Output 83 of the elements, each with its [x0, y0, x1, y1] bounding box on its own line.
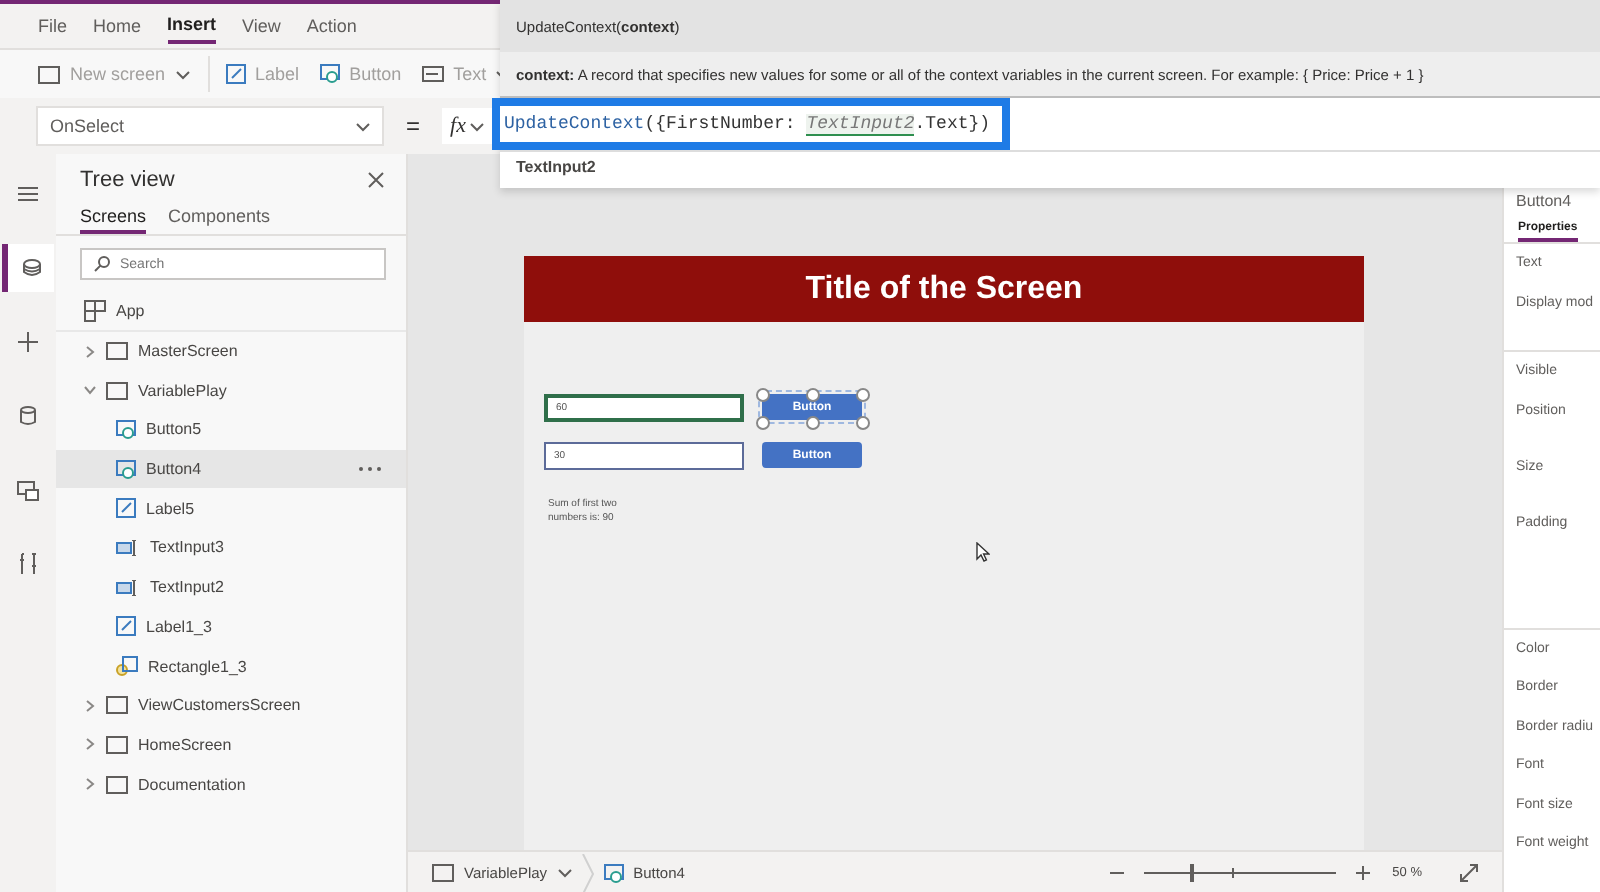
formula-input[interactable]: UpdateContext({FirstNumber: TextInput2.Text}) [504, 114, 991, 136]
separator-chevron-icon [581, 853, 594, 892]
search-icon [94, 256, 110, 272]
tree-item[interactable]: MasterScreen [56, 331, 406, 371]
panel-tab[interactable]: Screens [80, 206, 147, 234]
chevron-icon[interactable] [84, 384, 96, 397]
tree-item[interactable]: Documentation [56, 764, 406, 804]
media-icon [16, 478, 40, 502]
tree-item-label: Button4 [146, 460, 202, 479]
screen-icon [106, 342, 128, 361]
screen-icon [106, 696, 128, 715]
pencil-icon [225, 64, 246, 84]
tree-item[interactable]: ViewCustomersScreen [56, 685, 406, 726]
tree-item-label: App [116, 301, 145, 320]
cursor-box-icon [116, 419, 136, 440]
menu-tab[interactable]: File [38, 10, 68, 42]
menu-tab[interactable]: Home [93, 10, 142, 42]
tree-item-label: Button5 [146, 420, 202, 439]
property-dropdown[interactable]: OnSelect [36, 106, 384, 146]
tree-item-label: Label5 [146, 499, 195, 518]
tree-item-label: ViewCustomersScreen [138, 696, 301, 715]
shape-icon [116, 656, 138, 677]
tree-item-label: VariablePlay [138, 381, 227, 400]
panel-tab[interactable]: Components [168, 206, 271, 234]
screen-icon [106, 775, 128, 794]
tree-item-label: HomeScreen [138, 735, 232, 754]
tree-item-label: TextInput2 [150, 578, 224, 597]
layers-icon [19, 256, 43, 280]
chevron-icon[interactable] [84, 699, 96, 712]
tree-item[interactable]: HomeScreen [56, 725, 406, 765]
text-input-icon [116, 579, 140, 596]
chevron-icon[interactable] [84, 738, 96, 751]
menu-tab[interactable]: Insert [167, 8, 217, 44]
menu-icon [16, 182, 40, 206]
tree-item[interactable]: Button4 [56, 449, 406, 489]
zoom-out-icon[interactable] [1110, 866, 1125, 880]
menu-tab[interactable]: Action [306, 10, 357, 42]
text-box-icon [421, 66, 444, 82]
chevron-icon[interactable] [84, 778, 96, 791]
tree-item[interactable]: Label5 [56, 488, 406, 529]
text-input-icon [116, 539, 140, 556]
cursor-box-icon [603, 863, 624, 883]
screen-icon [106, 735, 128, 754]
tree-item[interactable]: VariablePlay [56, 370, 406, 411]
tools-icon [16, 552, 40, 576]
caret-icon [175, 69, 190, 79]
tree-item-label: Label1_3 [146, 617, 212, 636]
tree-item-label: Rectangle1_3 [148, 657, 247, 676]
app-icon [84, 299, 106, 322]
screen-title: Title of the Screen [805, 271, 1083, 307]
tree-item[interactable]: TextInput2 [56, 567, 406, 607]
tree-item[interactable]: Button5 [56, 410, 406, 450]
plus-icon [16, 330, 40, 354]
cursor-box-icon [319, 64, 340, 84]
tree-item-label: MasterScreen [138, 342, 238, 361]
close-icon[interactable] [368, 172, 384, 188]
rail-button[interactable] [2, 244, 54, 292]
chevron-icon[interactable] [84, 345, 96, 358]
mouse-pointer-icon [976, 542, 990, 562]
more-icon[interactable] [358, 466, 382, 473]
suggestion-item[interactable]: TextInput2 [500, 152, 1600, 182]
tree-item[interactable]: TextInput3 [56, 528, 406, 568]
tree-item[interactable]: Rectangle1_3 [56, 646, 406, 686]
tree-item-label: TextInput3 [150, 538, 224, 557]
menu-tab[interactable]: View [242, 10, 281, 42]
tree-item[interactable]: App [56, 292, 406, 332]
equals-sign: = [404, 112, 423, 140]
caret-icon [557, 868, 572, 878]
cursor-box-icon [116, 459, 136, 480]
tree-item[interactable]: Label1_3 [56, 607, 406, 647]
screen-icon [106, 381, 128, 400]
cylinder-icon [16, 404, 40, 428]
pencil-icon [116, 498, 136, 519]
screen-icon [432, 864, 454, 882]
pencil-icon [116, 616, 136, 637]
tree-item-label: Documentation [138, 775, 246, 794]
control-name: Button4 [1514, 192, 1574, 210]
expand-icon[interactable] [1460, 864, 1478, 882]
caret-icon [356, 121, 370, 131]
panel-title: Tree view [80, 168, 175, 192]
caret-icon [469, 121, 484, 131]
zoom-in-icon[interactable] [1356, 866, 1371, 880]
screen-icon [38, 65, 60, 83]
